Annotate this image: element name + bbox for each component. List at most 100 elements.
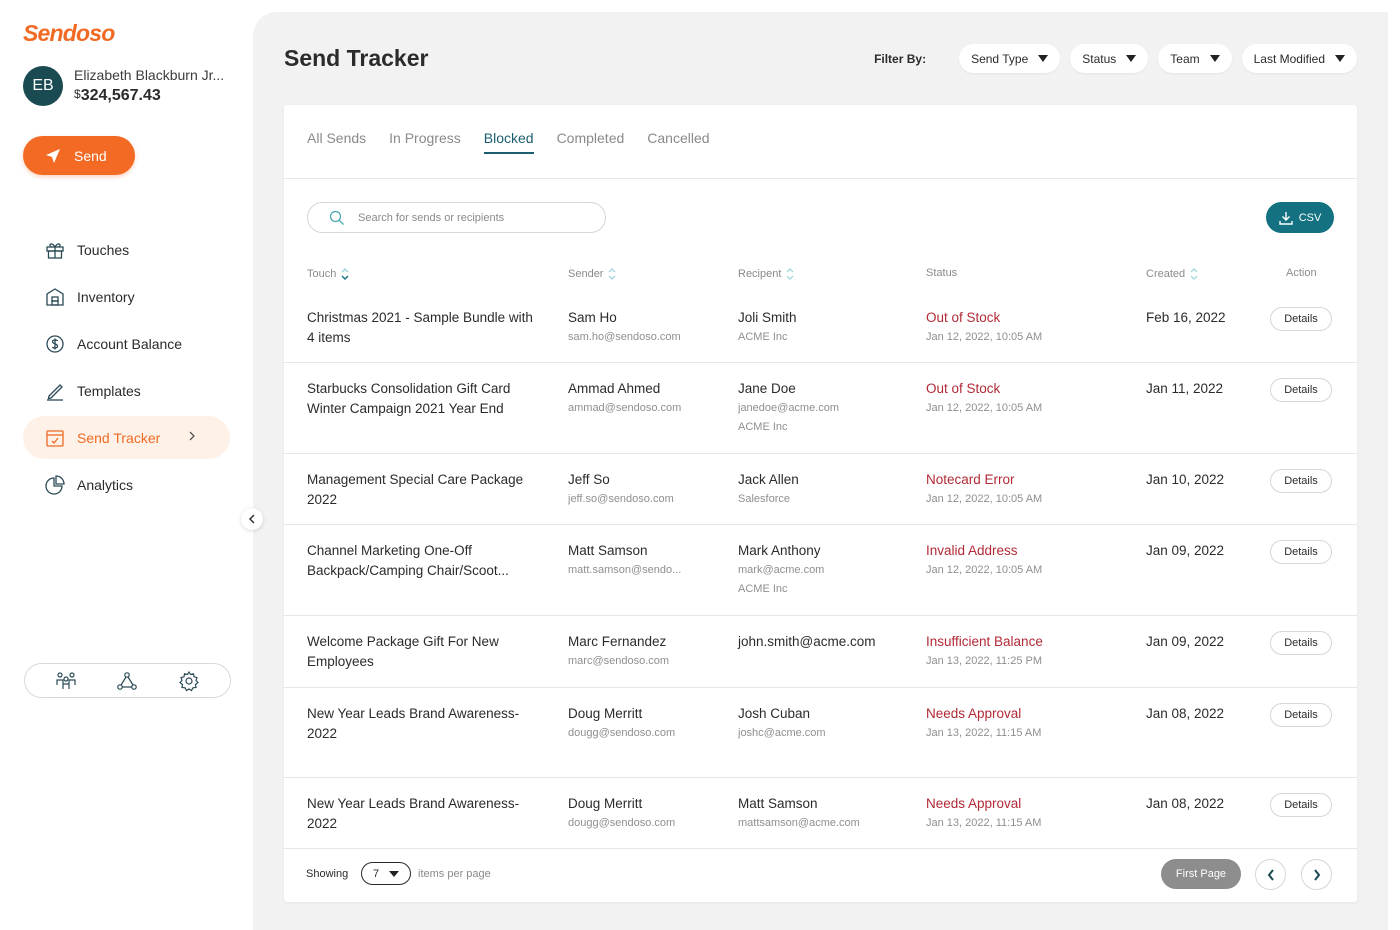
sender-cell: Doug Merritt dougg@sendoso.com [568,704,718,743]
tracker-icon [46,429,64,447]
tab-cancelled[interactable]: Cancelled [647,130,709,152]
filter-last-modified-label: Last Modified [1253,51,1325,66]
recipient-company: Salesforce [738,492,790,505]
user-profile[interactable]: EB Elizabeth Blackburn Jr... $324,567.43 [23,66,224,106]
showing-label: Showing [306,868,349,880]
csv-download-button[interactable]: CSV [1266,202,1334,233]
created-date: Jan 08, 2022 [1146,706,1225,721]
sendoso-logo[interactable]: Sendoso [23,20,115,47]
details-button[interactable]: Details [1270,793,1332,817]
details-button[interactable]: Details [1270,378,1332,402]
sidebar-item-analytics[interactable]: Analytics [23,463,230,506]
pagination-footer: Showing 7 items per page First Page [284,847,1357,902]
recipient-cell: Joli Smith ACME Inc [738,308,913,347]
table-row: Management Special Care Package 2022 Jef… [284,454,1357,525]
recipient-email: joshc@acme.com [738,726,826,739]
items-per-page-select[interactable]: 7 [361,862,411,885]
status-label: Out of Stock [926,381,1001,396]
filter-send-type[interactable]: Send Type [959,44,1061,73]
status-label: Insufficient Balance [926,634,1043,649]
chevron-left-icon [248,514,255,524]
chevron-left-icon [1267,868,1274,881]
details-button[interactable]: Details [1270,703,1332,727]
search-box[interactable] [307,202,606,233]
tab-all-sends[interactable]: All Sends [307,130,366,152]
details-button[interactable]: Details [1270,631,1332,655]
details-button[interactable]: Details [1270,540,1332,564]
recipient-name: Josh Cuban [738,706,811,721]
column-header-label: Sender [568,268,604,280]
filter-last-modified[interactable]: Last Modified [1241,44,1357,73]
filter-status[interactable]: Status [1070,44,1149,73]
sender-cell: Sam Ho sam.ho@sendoso.com [568,308,718,347]
column-header-sender[interactable]: Sender [568,267,617,281]
sidebar-item-touches[interactable]: Touches [23,228,230,271]
sidebar-item-label: Inventory [77,288,135,305]
items-per-page-value: 7 [373,867,380,880]
sender-name: Ammad Ahmed [568,381,661,396]
recipient-cell: Mark Anthony mark@acme.com ACME Inc [738,541,913,600]
sender-email: dougg@sendoso.com [568,726,676,739]
details-button[interactable]: Details [1270,469,1332,493]
touch-name[interactable]: Management Special Care Package 2022 [307,470,537,509]
tab-completed[interactable]: Completed [557,130,625,152]
gift-icon [46,242,64,259]
table-row: New Year Leads Brand Awareness-2022 Doug… [284,688,1357,778]
filter-team[interactable]: Team [1158,44,1232,73]
touch-name[interactable]: Channel Marketing One-Off Backpack/Campi… [307,541,537,580]
status-cell: Needs Approval Jan 13, 2022, 11:15 AM [926,704,1126,743]
sidebar-item-label: Touches [77,241,130,258]
network-icon[interactable] [116,671,138,691]
recipient-email: janedoe@acme.com [738,401,840,414]
sidebar-item-label: Account Balance [77,335,183,352]
recipient-company: ACME Inc [738,330,788,343]
next-page-button[interactable] [1301,859,1332,890]
caret-down-icon [1038,55,1049,62]
status-time: Jan 12, 2022, 10:05 AM [926,492,1043,505]
touch-name[interactable]: Welcome Package Gift For New Employees [307,632,537,671]
sidebar-item-inventory[interactable]: Inventory [23,275,230,318]
people-icon[interactable] [55,671,77,691]
sidebar-item-account-balance[interactable]: Account Balance [23,322,230,365]
tab-in-progress[interactable]: In Progress [389,130,461,152]
touch-name[interactable]: Christmas 2021 - Sample Bundle with 4 it… [307,308,537,347]
page-title: Send Tracker [284,45,429,71]
user-balance: $324,567.43 [74,87,224,105]
status-label: Invalid Address [926,543,1018,558]
sidebar-item-templates[interactable]: Templates [23,369,230,412]
sender-name: Marc Fernandez [568,634,667,649]
sidebar-item-send-tracker[interactable]: Send Tracker [23,416,230,459]
details-button[interactable]: Details [1270,307,1332,331]
recipient-company: ACME Inc [738,583,788,595]
column-header-label: Action [1286,267,1317,279]
search-input[interactable] [358,211,578,224]
sender-name: Matt Samson [568,543,648,558]
sender-name: Sam Ho [568,310,617,325]
created-date: Jan 11, 2022 [1146,381,1224,396]
recipient-email: mark@acme.com [738,563,825,576]
sidebar-collapse-button[interactable] [241,508,263,530]
column-header-created[interactable]: Created [1146,267,1199,281]
send-button[interactable]: Send [23,136,135,175]
warehouse-icon [46,287,64,306]
sender-email: dougg@sendoso.com [568,816,676,829]
chevron-right-icon [1313,868,1320,881]
column-header-recipient[interactable]: Recipent [738,267,795,281]
gear-icon[interactable] [178,670,200,692]
avatar[interactable]: EB [23,66,63,106]
recipient-name: Matt Samson [738,796,818,811]
filter-team-label: Team [1170,51,1200,66]
previous-page-button[interactable] [1255,859,1286,890]
first-page-button[interactable]: First Page [1161,859,1241,889]
touch-name[interactable]: Starbucks Consolidation Gift Card Winter… [307,379,537,418]
status-cell: Out of Stock Jan 12, 2022, 10:05 AM [926,308,1126,347]
search-icon [329,210,344,225]
touch-name[interactable]: New Year Leads Brand Awareness-2022 [307,794,537,833]
column-header-touch[interactable]: Touch [307,267,350,281]
filter-label: Filter By: [874,51,927,66]
sidebar-nav: Touches Inventory Account Balance Templa… [23,228,230,510]
table-row: Starbucks Consolidation Gift Card Winter… [284,363,1357,454]
tab-blocked[interactable]: Blocked [483,130,534,154]
touch-name[interactable]: New Year Leads Brand Awareness-2022 [307,704,537,743]
csv-label: CSV [1298,211,1322,224]
